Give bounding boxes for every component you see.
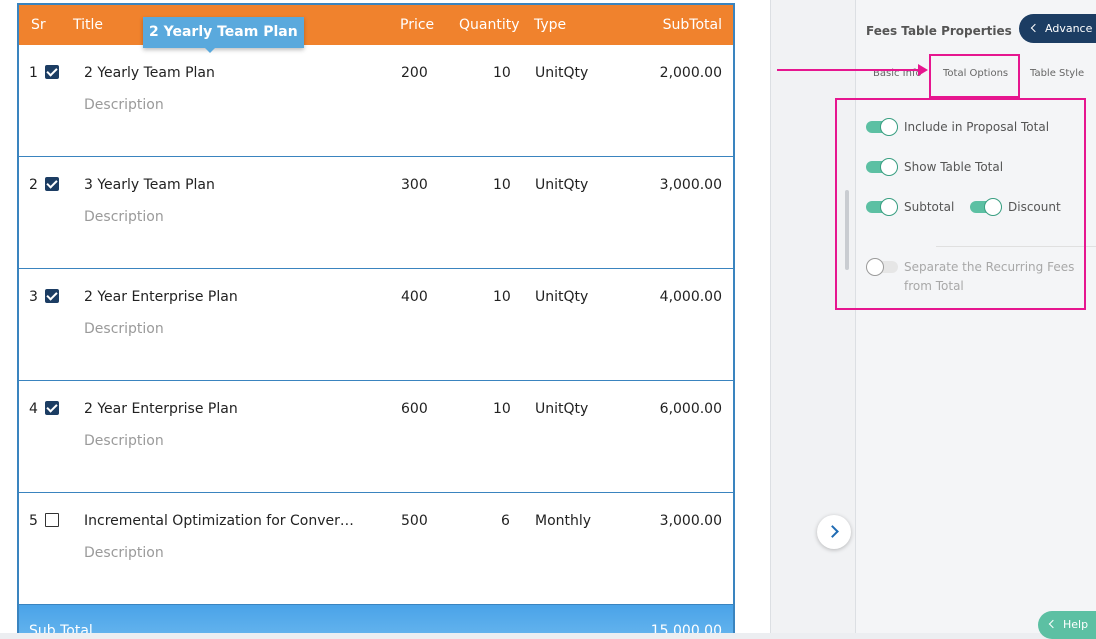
table-row[interactable]: 2 3 Yearly Team Plan Description 300 10 … — [19, 157, 733, 269]
expand-panel-button[interactable] — [817, 515, 851, 549]
row-subtotal: 3,000.00 — [659, 177, 722, 193]
row-quantity[interactable]: 10 — [493, 65, 511, 81]
row-description[interactable]: Description — [84, 321, 164, 337]
row-sr: 3 — [29, 289, 38, 305]
row-title[interactable]: 3 Yearly Team Plan — [84, 177, 215, 193]
header-quantity: Quantity — [459, 17, 520, 33]
bottom-strip — [0, 633, 1096, 639]
row-sr: 1 — [29, 65, 38, 81]
row-quantity[interactable]: 10 — [493, 289, 511, 305]
row-description[interactable]: Description — [84, 433, 164, 449]
annotation-arrow — [777, 69, 921, 71]
title-tooltip: 2 Yearly Team Plan — [143, 17, 304, 53]
row-type[interactable]: UnitQty — [535, 289, 588, 305]
row-quantity[interactable]: 10 — [493, 177, 511, 193]
total-options-highlight — [929, 54, 1020, 98]
row-subtotal: 2,000.00 — [659, 65, 722, 81]
table-row[interactable]: 1 2 Yearly Team Plan Description 200 10 … — [19, 45, 733, 157]
checkbox-checked-icon[interactable] — [45, 401, 59, 415]
row-subtotal: 4,000.00 — [659, 289, 722, 305]
row-type[interactable]: UnitQty — [535, 65, 588, 81]
header-type: Type — [534, 17, 567, 33]
checkbox-checked-icon[interactable] — [45, 65, 59, 79]
tab-table-style[interactable]: Table Style — [1030, 68, 1084, 79]
row-title[interactable]: 2 Year Enterprise Plan — [84, 289, 238, 305]
checkbox-checked-icon[interactable] — [45, 289, 59, 303]
row-sr: 5 — [29, 513, 38, 529]
fees-table[interactable]: Sr Title Price Quantity Type SubTotal 1 … — [17, 3, 735, 639]
table-row[interactable]: 5 Incremental Optimization for Conver… D… — [19, 493, 733, 605]
row-description[interactable]: Description — [84, 545, 164, 561]
row-price[interactable]: 600 — [401, 401, 428, 417]
table-header: Sr Title Price Quantity Type SubTotal — [19, 5, 733, 45]
help-button[interactable]: Help — [1038, 611, 1096, 639]
advance-button[interactable]: Advance — [1019, 14, 1096, 43]
row-description[interactable]: Description — [84, 97, 164, 113]
row-sr: 2 — [29, 177, 38, 193]
header-subtotal: SubTotal — [662, 17, 722, 33]
chevron-left-icon — [1048, 619, 1058, 629]
checkbox-empty-icon[interactable] — [45, 513, 59, 527]
row-sr: 4 — [29, 401, 38, 417]
row-price[interactable]: 300 — [401, 177, 428, 193]
header-title: Title — [73, 17, 104, 33]
row-quantity[interactable]: 6 — [501, 513, 510, 529]
arrow-head-icon — [918, 64, 928, 76]
row-title[interactable]: 2 Year Enterprise Plan — [84, 401, 238, 417]
row-price[interactable]: 400 — [401, 289, 428, 305]
row-title[interactable]: 2 Yearly Team Plan — [84, 65, 215, 81]
help-label: Help — [1063, 618, 1089, 631]
row-subtotal: 6,000.00 — [659, 401, 722, 417]
options-highlight — [835, 98, 1086, 310]
advance-label: Advance — [1045, 22, 1093, 35]
row-price[interactable]: 500 — [401, 513, 428, 529]
table-row[interactable]: 4 2 Year Enterprise Plan Description 600… — [19, 381, 733, 493]
chevron-left-icon — [1030, 23, 1040, 33]
row-description[interactable]: Description — [84, 209, 164, 225]
row-type[interactable]: UnitQty — [535, 177, 588, 193]
panel-title: Fees Table Properties — [866, 24, 1012, 38]
row-title[interactable]: Incremental Optimization for Conver… — [84, 513, 354, 529]
row-type[interactable]: Monthly — [535, 513, 591, 529]
row-quantity[interactable]: 10 — [493, 401, 511, 417]
proposal-canvas: Sr Title Price Quantity Type SubTotal 1 … — [0, 0, 770, 639]
row-subtotal: 3,000.00 — [659, 513, 722, 529]
header-price: Price — [400, 17, 435, 33]
row-price[interactable]: 200 — [401, 65, 428, 81]
row-type[interactable]: UnitQty — [535, 401, 588, 417]
header-sr: Sr — [31, 17, 46, 33]
checkbox-checked-icon[interactable] — [45, 177, 59, 191]
chevron-right-icon — [826, 525, 839, 538]
table-row[interactable]: 3 2 Year Enterprise Plan Description 400… — [19, 269, 733, 381]
